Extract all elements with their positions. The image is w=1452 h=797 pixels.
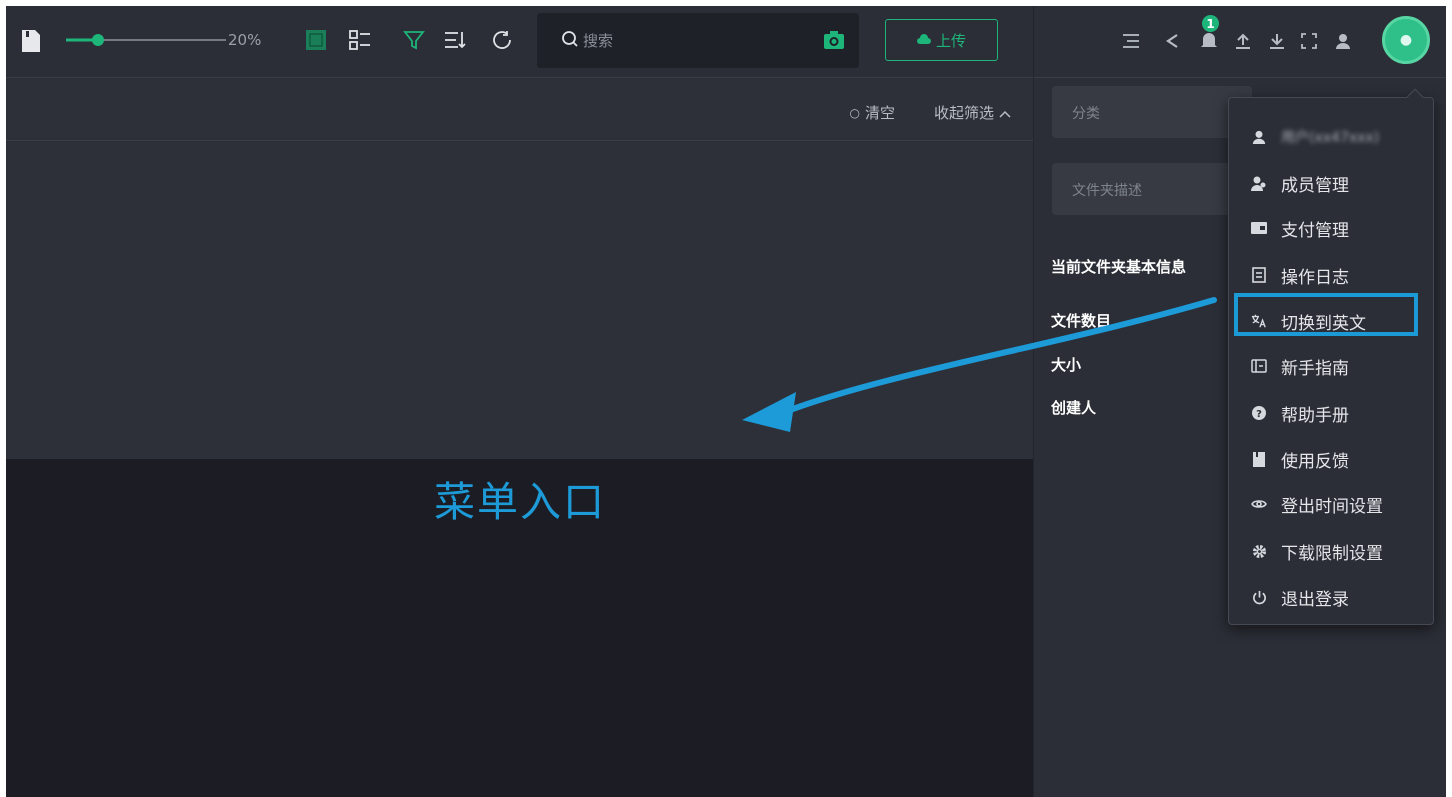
folder-info-title: 当前文件夹基本信息 bbox=[1051, 256, 1186, 277]
guide-icon bbox=[1251, 358, 1267, 374]
menu-item-label: 退出登录 bbox=[1281, 589, 1349, 610]
menu-item-label: 下载限制设置 bbox=[1281, 543, 1383, 564]
menu-item-label: 登出时间设置 bbox=[1281, 496, 1383, 517]
grid-view-icon[interactable] bbox=[304, 28, 328, 52]
outline-icon[interactable] bbox=[1120, 30, 1142, 52]
menu-item-feedback[interactable]: 使用反馈 bbox=[1251, 444, 1349, 474]
filter-icon[interactable] bbox=[402, 28, 426, 52]
list-view-icon[interactable] bbox=[348, 28, 372, 52]
menu-item-label: 支付管理 bbox=[1281, 220, 1349, 241]
folder-description-field[interactable]: 文件夹描述 bbox=[1052, 163, 1252, 215]
upload-button-label: 上传 bbox=[935, 31, 966, 50]
app-window: 20% 搜索 上传 ○ 清空 收起筛选 菜单入口 1 ● 分类 文件夹描述 当前… bbox=[6, 6, 1446, 797]
annotation-label: 菜单入口 bbox=[434, 478, 606, 526]
user-icon bbox=[1251, 129, 1267, 145]
menu-item-logout-time-settings[interactable]: 登出时间设置 bbox=[1251, 489, 1383, 519]
menu-item-operation-log[interactable]: 操作日志 bbox=[1251, 260, 1349, 290]
menu-item-help-manual[interactable]: ? 帮助手册 bbox=[1251, 398, 1349, 428]
gear-icon bbox=[1251, 543, 1267, 559]
menu-user-info: 用户(xx47xxx) bbox=[1251, 122, 1379, 152]
members-icon bbox=[1251, 175, 1267, 191]
user-dropdown-menu: 用户(xx47xxx) 成员管理 支付管理 操作日志 切换到英文 新手指南 ? … bbox=[1228, 88, 1434, 625]
upload-icon[interactable] bbox=[1232, 30, 1254, 52]
menu-item-beginner-guide[interactable]: 新手指南 bbox=[1251, 351, 1349, 381]
notification-icon[interactable]: 1 bbox=[1198, 15, 1220, 52]
right-header: 1 ● bbox=[1034, 6, 1446, 78]
wallet-icon bbox=[1251, 220, 1267, 236]
zoom-slider[interactable] bbox=[66, 30, 226, 50]
cloud-upload-icon bbox=[916, 31, 931, 49]
menu-item-label: 成员管理 bbox=[1281, 175, 1349, 196]
zoom-slider-handle bbox=[92, 34, 104, 46]
search-icon bbox=[561, 30, 579, 52]
file-grid-area bbox=[6, 142, 1033, 459]
download-icon[interactable] bbox=[1266, 30, 1288, 52]
category-placeholder: 分类 bbox=[1072, 106, 1100, 122]
menu-item-label: 帮助手册 bbox=[1281, 405, 1349, 426]
size-label: 大小 bbox=[1051, 356, 1082, 374]
folder-description-placeholder: 文件夹描述 bbox=[1072, 183, 1142, 199]
clear-icon: ○ bbox=[849, 105, 860, 120]
save-icon[interactable] bbox=[20, 28, 42, 54]
upload-button[interactable]: 上传 bbox=[885, 19, 998, 61]
collapse-filter-label: 收起筛选 bbox=[933, 104, 994, 122]
share-icon[interactable] bbox=[1161, 30, 1183, 52]
svg-text:?: ? bbox=[1256, 409, 1262, 420]
sort-icon[interactable] bbox=[443, 28, 467, 52]
menu-item-members[interactable]: 成员管理 bbox=[1251, 168, 1349, 198]
category-field[interactable]: 分类 bbox=[1052, 86, 1252, 138]
folder-info-title-text: 当前文件夹基本信息 bbox=[1051, 258, 1187, 276]
menu-item-logout[interactable]: 退出登录 bbox=[1251, 582, 1349, 612]
toolbar: 20% 搜索 上传 bbox=[6, 6, 1033, 78]
power-icon bbox=[1251, 589, 1267, 605]
feedback-icon bbox=[1251, 451, 1267, 467]
menu-item-payment[interactable]: 支付管理 bbox=[1251, 213, 1349, 243]
search-box[interactable]: 搜索 bbox=[537, 13, 859, 68]
collapse-filter-button[interactable]: 收起筛选 bbox=[934, 102, 1011, 123]
search-input[interactable]: 搜索 bbox=[583, 30, 613, 51]
menu-user-label: 用户(xx47xxx) bbox=[1281, 130, 1380, 146]
file-count-label: 文件数目 bbox=[1051, 312, 1112, 330]
help-icon: ? bbox=[1251, 405, 1267, 421]
menu-item-label: 新手指南 bbox=[1281, 358, 1349, 379]
user-icon[interactable] bbox=[1332, 30, 1354, 52]
chevron-up-icon bbox=[999, 104, 1011, 122]
fullscreen-icon[interactable] bbox=[1298, 30, 1320, 52]
zoom-label: 20% bbox=[228, 31, 262, 49]
clear-filter-label: 清空 bbox=[864, 104, 895, 122]
avatar[interactable]: ● bbox=[1382, 16, 1430, 64]
menu-item-label: 使用反馈 bbox=[1281, 451, 1349, 472]
menu-item-label: 操作日志 bbox=[1281, 267, 1349, 288]
avatar-icon: ● bbox=[1399, 32, 1413, 48]
highlight-box bbox=[1234, 293, 1418, 336]
log-icon bbox=[1251, 267, 1267, 283]
main-area: 20% 搜索 上传 ○ 清空 收起筛选 菜单入口 bbox=[6, 6, 1033, 797]
menu-item-download-limit-settings[interactable]: 下载限制设置 bbox=[1251, 536, 1383, 566]
filter-bar: ○ 清空 收起筛选 bbox=[6, 79, 1033, 141]
refresh-icon[interactable] bbox=[490, 28, 514, 52]
eye-icon bbox=[1251, 496, 1267, 512]
creator-label: 创建人 bbox=[1051, 399, 1097, 417]
notification-badge: 1 bbox=[1202, 15, 1219, 32]
camera-icon[interactable] bbox=[823, 30, 845, 54]
clear-filter-button[interactable]: ○ 清空 bbox=[850, 102, 896, 123]
